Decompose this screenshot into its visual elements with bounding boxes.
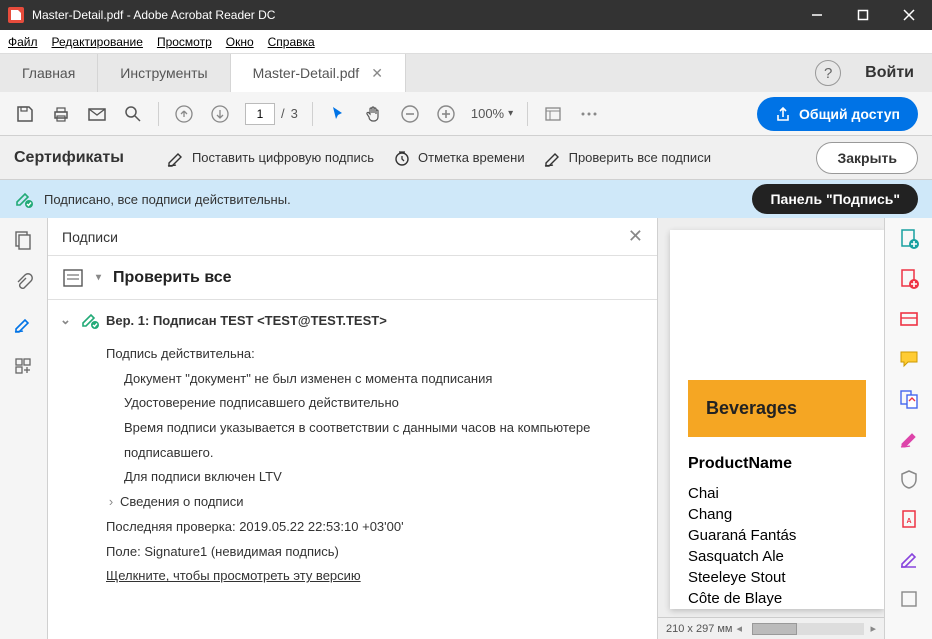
title-bar: Master-Detail.pdf - Adobe Acrobat Reader…	[0, 0, 932, 30]
page-dimensions: 210 x 297 мм	[666, 623, 733, 635]
app-icon	[8, 7, 24, 23]
cert-verify-button[interactable]: Проверить все подписи	[543, 148, 711, 168]
table-row: Steeleye Stout	[688, 567, 866, 588]
sig-detail-line: Время подписи указывается в соответствии…	[124, 416, 649, 465]
save-icon[interactable]	[14, 103, 36, 125]
signatures-icon[interactable]	[13, 314, 35, 336]
sig-panel-body: ⌄ Вер. 1: Подписан TEST <TEST@TEST.TEST>…	[48, 300, 657, 639]
share-icon	[775, 106, 791, 122]
more-tools-icon[interactable]	[898, 588, 920, 610]
next-page-icon[interactable]	[209, 103, 231, 125]
login-button[interactable]: Войти	[865, 64, 914, 82]
attachments-icon[interactable]	[13, 272, 35, 294]
zoom-out-icon[interactable]	[399, 103, 421, 125]
verify-all-row: ▾ Проверить все	[48, 256, 657, 300]
edit-pdf-icon[interactable]	[898, 308, 920, 330]
menu-edit[interactable]: Редактирование	[52, 35, 143, 49]
tab-document[interactable]: Master-Detail.pdf ✕	[231, 54, 406, 92]
clock-icon	[392, 148, 412, 168]
sig-detail-line: Удостоверение подписавшего действительно	[124, 391, 649, 416]
protect-icon[interactable]	[898, 468, 920, 490]
combine-pdf-icon[interactable]	[898, 268, 920, 290]
select-tool-icon[interactable]	[327, 103, 349, 125]
sig-valid-label: Подпись действительна:	[106, 342, 649, 367]
menu-view[interactable]: Просмотр	[157, 35, 212, 49]
sig-panel-header: Подписи ✕	[48, 218, 657, 256]
signature-banner: Подписано, все подписи действительны. Па…	[0, 180, 932, 218]
signature-version-row[interactable]: ⌄ Вер. 1: Подписан TEST <TEST@TEST.TEST>	[60, 310, 649, 330]
list-icon	[62, 267, 84, 289]
cert-timestamp-button[interactable]: Отметка времени	[392, 148, 525, 168]
create-pdf-icon[interactable]	[898, 228, 920, 250]
signature-valid-icon	[80, 310, 100, 330]
export-pdf-icon[interactable]: A	[898, 508, 920, 530]
signature-valid-icon	[14, 189, 34, 209]
print-icon[interactable]	[50, 103, 72, 125]
zoom-in-icon[interactable]	[435, 103, 457, 125]
window-title: Master-Detail.pdf - Adobe Acrobat Reader…	[32, 8, 794, 22]
help-button[interactable]: ?	[815, 60, 841, 86]
fill-sign-icon[interactable]	[898, 548, 920, 570]
sig-detail-line: Документ "документ" не был изменен с мом…	[124, 367, 649, 392]
signature-panel: Подписи ✕ ▾ Проверить все ⌄ Вер. 1: Подп…	[48, 218, 658, 639]
collapse-icon[interactable]: ⌄	[60, 312, 70, 328]
share-button[interactable]: Общий доступ	[757, 97, 918, 131]
signature-panel-button[interactable]: Панель "Подпись"	[752, 184, 918, 214]
sign-icon[interactable]	[898, 428, 920, 450]
banner-text: Подписано, все подписи действительны.	[44, 192, 742, 207]
table-row: Chang	[688, 504, 866, 525]
sig-detail-line: Для подписи включен LTV	[124, 465, 649, 490]
page-indicator: / 3	[245, 103, 298, 125]
thumbnails-icon[interactable]	[13, 230, 35, 252]
view-version-link[interactable]: Щелкните, чтобы просмотреть эту версию	[106, 564, 649, 589]
maximize-button[interactable]	[840, 0, 886, 30]
sig-field: Поле: Signature1 (невидимая подпись)	[106, 540, 649, 565]
layout-icon[interactable]	[542, 103, 564, 125]
prev-page-icon[interactable]	[173, 103, 195, 125]
layers-icon[interactable]	[13, 356, 35, 378]
menu-window[interactable]: Окно	[226, 35, 254, 49]
main-area: Подписи ✕ ▾ Проверить все ⌄ Вер. 1: Подп…	[0, 218, 932, 639]
horizontal-scrollbar[interactable]: 210 x 297 мм ◂ ▸	[658, 617, 884, 639]
tab-home[interactable]: Главная	[0, 54, 98, 92]
table-row: Côte de Blaye	[688, 588, 866, 609]
comment-icon[interactable]	[898, 348, 920, 370]
certificates-toolbar: Сертификаты Поставить цифровую подпись О…	[0, 136, 932, 180]
verify-all-label[interactable]: Проверить все	[113, 269, 232, 287]
cert-title: Сертификаты	[14, 149, 124, 167]
main-toolbar: / 3 100%▾ Общий доступ	[0, 92, 932, 136]
menu-help[interactable]: Справка	[268, 35, 315, 49]
document-tabs: Главная Инструменты Master-Detail.pdf ✕ …	[0, 54, 932, 92]
right-tools-rail: A	[884, 218, 932, 639]
table-row: Sasquatch Ale	[688, 546, 866, 567]
close-window-button[interactable]	[886, 0, 932, 30]
close-tab-icon[interactable]: ✕	[371, 65, 383, 82]
hand-tool-icon[interactable]	[363, 103, 385, 125]
menu-bar: Файл Редактирование Просмотр Окно Справк…	[0, 30, 932, 54]
table-row: Guaraná Fantás	[688, 525, 866, 546]
close-panel-icon[interactable]: ✕	[628, 226, 643, 247]
category-header: Beverages	[688, 380, 866, 437]
table-row: Chai	[688, 483, 866, 504]
pen-icon	[166, 148, 186, 168]
menu-file[interactable]: Файл	[8, 35, 38, 49]
mail-icon[interactable]	[86, 103, 108, 125]
page-input[interactable]	[245, 103, 275, 125]
svg-text:A: A	[906, 518, 911, 525]
document-view[interactable]: Beverages ProductName Chai Chang Guaraná…	[658, 218, 884, 639]
sig-last-check: Последняя проверка: 2019.05.22 22:53:10 …	[106, 515, 649, 540]
minimize-button[interactable]	[794, 0, 840, 30]
pdf-page: Beverages ProductName Chai Chang Guaraná…	[670, 230, 884, 609]
sig-details-toggle[interactable]: ›Сведения о подписи	[106, 490, 649, 515]
more-icon[interactable]	[578, 103, 600, 125]
left-nav-rail	[0, 218, 48, 639]
pen-check-icon	[543, 148, 563, 168]
zoom-level[interactable]: 100%▾	[471, 106, 513, 121]
tab-tools[interactable]: Инструменты	[98, 54, 230, 92]
search-icon[interactable]	[122, 103, 144, 125]
column-header: ProductName	[688, 455, 866, 473]
cert-sign-button[interactable]: Поставить цифровую подпись	[166, 148, 374, 168]
organize-icon[interactable]	[898, 388, 920, 410]
cert-close-button[interactable]: Закрыть	[816, 142, 918, 174]
